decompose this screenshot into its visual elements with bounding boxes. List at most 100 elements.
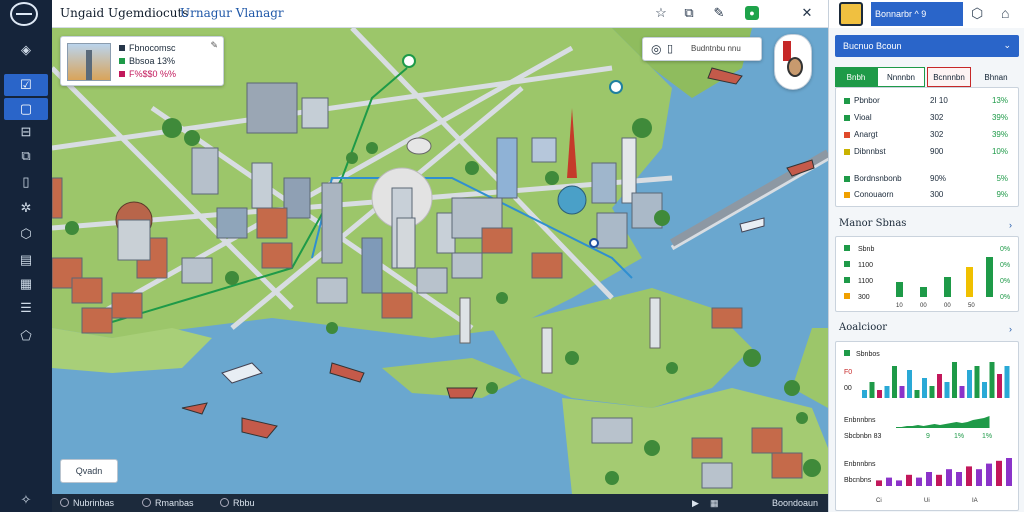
- legend-swatch: [844, 245, 850, 251]
- location-pin-icon: ◎: [651, 42, 662, 56]
- color-swatch: [844, 192, 850, 198]
- briefcase-icon[interactable]: ⧉: [8, 146, 44, 166]
- line-value: 9: [926, 433, 930, 440]
- status-item[interactable]: Nubrinbas: [60, 498, 114, 508]
- grid-icon[interactable]: ▦: [710, 498, 719, 509]
- home-icon[interactable]: ⌂: [1001, 5, 1009, 21]
- stat-change: 9%: [996, 190, 1008, 199]
- poi-info-card[interactable]: Fbnocomsc Bbsoa 13% F%$$0 %% ✎: [60, 36, 224, 86]
- panel-header: Bonnarbr ^ 9 ⬡ ⌂: [829, 0, 1024, 28]
- bottom-bar: [876, 480, 882, 486]
- color-swatch: [844, 149, 850, 155]
- tab-1[interactable]: Bnbh: [835, 67, 877, 87]
- stat-change: 13%: [991, 96, 1008, 105]
- stat-name: Conouaorn: [854, 190, 894, 199]
- status-item[interactable]: Rbbu: [220, 498, 255, 508]
- bar-label: 50: [968, 303, 975, 309]
- shield-icon[interactable]: ⬠: [8, 326, 44, 346]
- analytics-chart: Sbnbos F0 00 Enbnnbns Sbcbnbn 83 9 1% 1% Enbnnbn…: [844, 350, 1012, 504]
- app-logo-icon[interactable]: [10, 2, 38, 26]
- bottom-bar: [936, 474, 942, 486]
- status-icon[interactable]: ●: [745, 6, 759, 20]
- left-rail: ◈ ☑ ▢ ⊟ ⧉ ▯ ✲ ⬡ ▤ ▦ ☰ ⬠ ✧: [0, 0, 52, 512]
- bottom-bar: [1006, 458, 1012, 486]
- analytics-bar: [1004, 366, 1010, 398]
- stat-row: Vioal 302 39%: [844, 113, 1012, 125]
- document-icon[interactable]: ▢: [4, 98, 48, 120]
- section-title: Manor Sbnas: [839, 218, 907, 229]
- close-icon[interactable]: ✕: [798, 4, 816, 22]
- chevron-right-icon[interactable]: ›: [1009, 220, 1012, 230]
- legend-swatch: [844, 350, 850, 356]
- stat-row: Bordnsnbonb 90% 5%: [844, 174, 1012, 186]
- manor-stats-card: Sbnb 0% 1100 0% 1100 0% 300 0% 10 00 00 50: [835, 236, 1019, 312]
- stat-value: 302: [930, 113, 944, 122]
- row-label: Sbnb: [858, 246, 874, 253]
- check-list-icon[interactable]: ☑: [4, 74, 48, 96]
- bottom-bar: [996, 460, 1002, 486]
- tab-4[interactable]: Bhnan: [973, 67, 1019, 87]
- app-title: Ungaid Ugemdiocuts: [60, 6, 189, 20]
- legend-label: Sbnbos: [856, 351, 880, 358]
- row-label: 1100: [858, 278, 873, 285]
- area-series: [896, 416, 990, 428]
- map-canvas[interactable]: [52, 28, 828, 494]
- region-dropdown[interactable]: Bucnuo Bcoun ⌄: [835, 35, 1019, 57]
- app-subtitle: Urnagur Vlanagr: [180, 6, 284, 20]
- play-icon[interactable]: ▶: [692, 498, 699, 509]
- map-action-button[interactable]: Qvadn: [60, 459, 118, 483]
- chevron-right-icon[interactable]: ›: [1009, 324, 1012, 334]
- avatar[interactable]: [839, 2, 863, 26]
- row-label: 300: [858, 294, 870, 301]
- stat-name: Vioal: [854, 113, 872, 122]
- stat-change: 10%: [991, 147, 1008, 156]
- bottom-tick: Ui: [924, 498, 930, 504]
- status-right-text: Boondoaun: [772, 498, 819, 508]
- analytics-bar: [997, 374, 1002, 398]
- analytics-card: Sbnbos F0 00 Enbnnbns Sbcbnbn 83 9 1% 1% Enbnnbn…: [835, 341, 1019, 511]
- stat-change: 39%: [991, 113, 1008, 122]
- legend-swatch: [844, 293, 850, 299]
- compass-icon[interactable]: ✧: [8, 490, 44, 510]
- edit-icon[interactable]: ✎: [710, 4, 728, 22]
- tab-2[interactable]: Nnnnbn: [877, 67, 925, 87]
- avatar-icon: [787, 57, 803, 77]
- globe-icon[interactable]: ◈: [8, 40, 44, 60]
- stat-value: 90%: [930, 174, 947, 183]
- minus-box-icon[interactable]: ⊟: [8, 122, 44, 142]
- book-icon[interactable]: ▯: [8, 172, 44, 192]
- line-label: Enbnnbns: [844, 417, 876, 424]
- line-label-2: Sbcbnbn 83: [844, 433, 881, 440]
- top-bar: Ungaid Ugemdiocuts Urnagur Vlanagr ☆ ⧉ ✎…: [52, 0, 828, 28]
- layers-icon[interactable]: ▯: [667, 42, 673, 55]
- chart-icon[interactable]: ▦: [8, 274, 44, 294]
- circle-icon: [60, 498, 69, 507]
- list-icon[interactable]: ☰: [8, 298, 44, 318]
- file-icon[interactable]: ▤: [8, 250, 44, 270]
- city-map[interactable]: Fbnocomsc Bbsoa 13% F%$$0 %% ✎ ◎ ▯ Budnt…: [52, 28, 828, 494]
- tab-3[interactable]: Bcnnnbn: [927, 67, 971, 87]
- stat-name: Anargt: [854, 130, 878, 139]
- hexagon-icon[interactable]: ⬡: [971, 5, 983, 22]
- user-label[interactable]: Bonnarbr ^ 9: [871, 2, 963, 26]
- stat-value: 2I 10: [930, 96, 948, 105]
- mini-bar: [986, 257, 993, 297]
- bottom-tick: IA: [972, 498, 978, 504]
- analytics-bar: [922, 378, 927, 398]
- stat-value: 900: [930, 147, 944, 156]
- stat-row: Pbnbor 2I 10 13%: [844, 96, 1012, 108]
- gallery-icon[interactable]: ⧉: [680, 4, 698, 22]
- close-icon[interactable]: ✎: [210, 40, 218, 51]
- star-icon[interactable]: ☆: [652, 4, 670, 22]
- share-icon[interactable]: ✲: [8, 198, 44, 218]
- bottom-bar: [986, 463, 992, 486]
- bottom-bar: [956, 472, 962, 486]
- bottom-label: Enbnnbns: [844, 461, 876, 468]
- status-item[interactable]: Rmanbas: [142, 498, 194, 508]
- color-swatch: [844, 98, 850, 104]
- cube-icon[interactable]: ⬡: [8, 224, 44, 244]
- search-label: Budntnbu nnu: [691, 44, 741, 53]
- location-search[interactable]: ◎ ▯ Budntnbu nnu: [642, 37, 762, 61]
- player-badge[interactable]: [774, 34, 812, 90]
- color-swatch: [844, 132, 850, 138]
